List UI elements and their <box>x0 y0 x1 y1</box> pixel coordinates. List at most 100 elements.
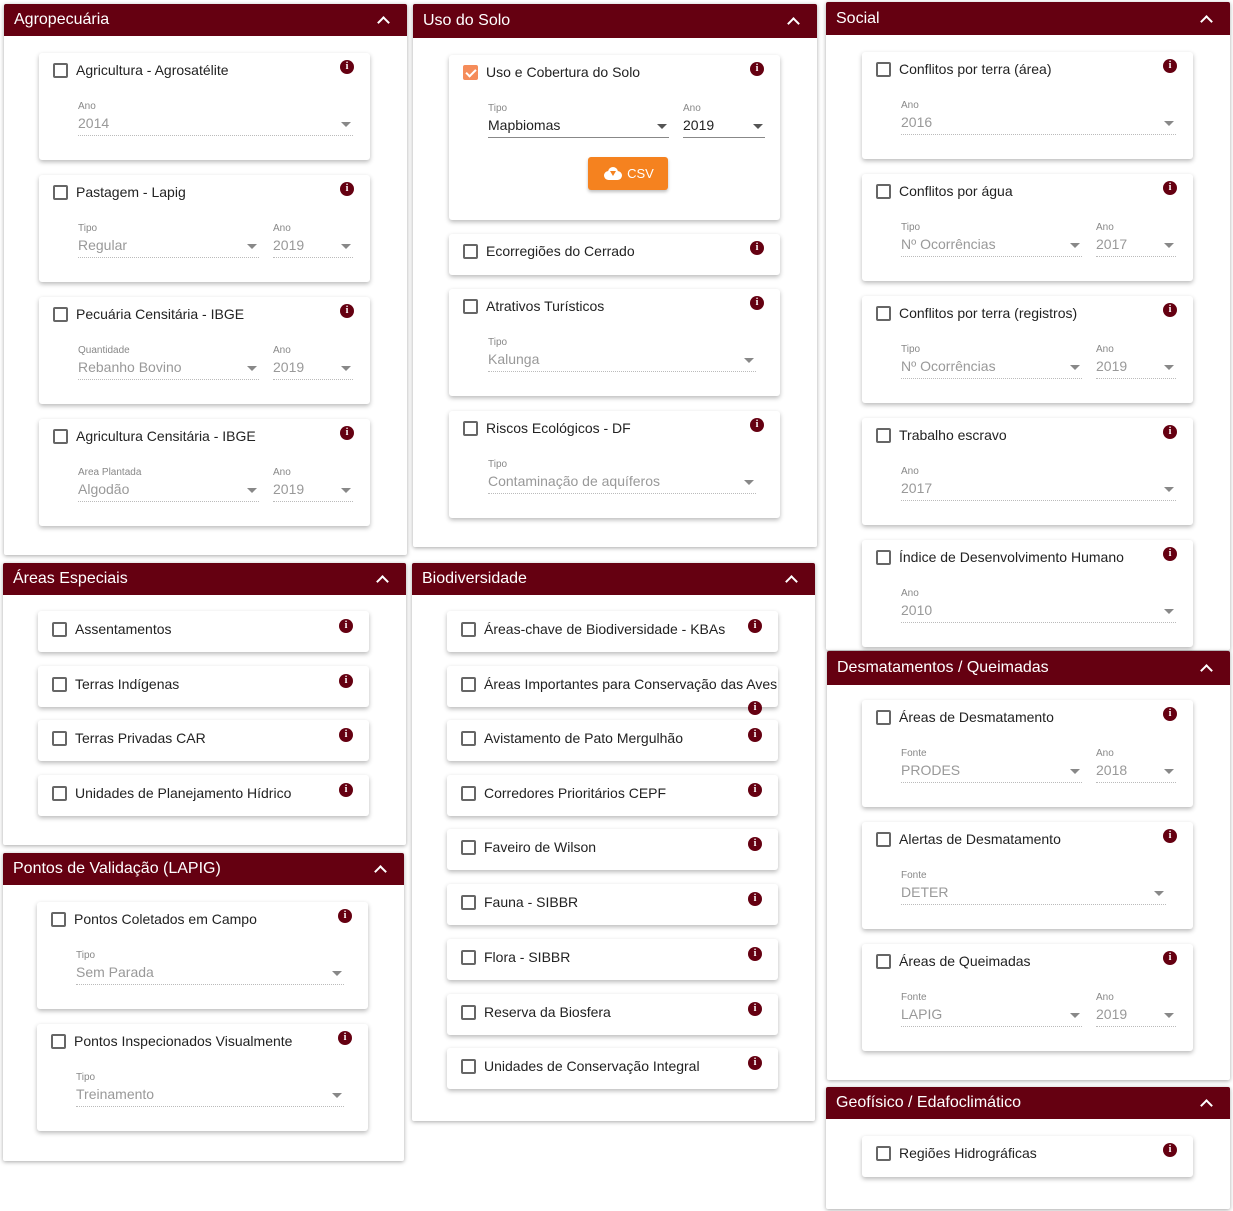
dropdown-arrow-icon <box>1164 487 1174 492</box>
layer-checkbox[interactable] <box>461 1059 476 1074</box>
layer-checkbox[interactable] <box>876 710 891 725</box>
info-icon[interactable]: i <box>748 892 762 906</box>
layer-checkbox[interactable] <box>53 307 68 322</box>
layer-checkbox[interactable] <box>876 1146 891 1161</box>
layer-checkbox[interactable] <box>51 912 66 927</box>
info-icon[interactable]: i <box>1163 951 1177 965</box>
chevron-up-icon[interactable] <box>374 863 386 875</box>
layer-checkbox[interactable] <box>52 731 67 746</box>
info-icon[interactable]: i <box>750 241 764 255</box>
panel-header[interactable]: Desmatamentos / Queimadas <box>827 651 1230 685</box>
layer-checkbox[interactable] <box>876 954 891 969</box>
dropdown-arrow-icon <box>247 366 257 371</box>
info-icon[interactable]: i <box>748 837 762 851</box>
info-icon[interactable]: i <box>750 418 764 432</box>
layer-checkbox-checked[interactable] <box>463 65 478 80</box>
info-icon[interactable]: i <box>340 182 354 196</box>
dropdown-arrow-icon <box>657 124 667 129</box>
chevron-up-icon[interactable] <box>785 573 797 585</box>
select-label: Tipo <box>78 223 98 234</box>
info-icon[interactable]: i <box>339 619 353 633</box>
layer-checkbox[interactable] <box>463 244 478 259</box>
info-icon[interactable]: i <box>340 426 354 440</box>
chevron-up-icon[interactable] <box>1200 13 1212 25</box>
info-icon[interactable]: i <box>1163 1143 1177 1157</box>
select-label: Ano <box>273 223 291 234</box>
info-icon[interactable]: i <box>1163 59 1177 73</box>
layer-checkbox[interactable] <box>876 184 891 199</box>
info-icon[interactable]: i <box>338 1031 352 1045</box>
info-icon[interactable]: i <box>748 619 762 633</box>
info-icon[interactable]: i <box>748 701 762 715</box>
layer-checkbox[interactable] <box>463 421 478 436</box>
layer-label: Áreas-chave de Biodiversidade - KBAs <box>484 621 726 637</box>
panel-header[interactable]: Biodiversidade <box>412 563 815 595</box>
dropdown-arrow-icon <box>341 488 351 493</box>
layer-card: Unidades de Planejamento Hídrico i <box>38 775 369 816</box>
layer-checkbox[interactable] <box>461 677 476 692</box>
panel-header[interactable]: Áreas Especiais <box>3 563 406 595</box>
info-icon[interactable]: i <box>748 947 762 961</box>
panel-header[interactable]: Social <box>826 2 1230 35</box>
layer-card: Riscos Ecológicos - DF i Tipo Contaminaç… <box>449 411 780 518</box>
layer-checkbox[interactable] <box>53 185 68 200</box>
info-icon[interactable]: i <box>1163 425 1177 439</box>
info-icon[interactable]: i <box>748 1002 762 1016</box>
layer-checkbox[interactable] <box>52 622 67 637</box>
info-icon[interactable]: i <box>1163 181 1177 195</box>
chevron-up-icon[interactable] <box>377 14 389 26</box>
panel-header[interactable]: Geofísico / Edafoclimático <box>826 1087 1230 1119</box>
info-icon[interactable]: i <box>1163 829 1177 843</box>
info-icon[interactable]: i <box>339 783 353 797</box>
panel-header[interactable]: Uso do Solo <box>413 4 817 38</box>
info-icon[interactable]: i <box>750 62 764 76</box>
panel-header[interactable]: Agropecuária <box>4 4 407 36</box>
info-icon[interactable]: i <box>340 304 354 318</box>
layer-checkbox[interactable] <box>461 731 476 746</box>
panel-title: Geofísico / Edafoclimático <box>836 1094 1021 1111</box>
layer-checkbox[interactable] <box>461 786 476 801</box>
select-value: DETER <box>901 884 949 900</box>
layer-checkbox[interactable] <box>876 832 891 847</box>
info-icon[interactable]: i <box>750 296 764 310</box>
layer-checkbox[interactable] <box>53 429 68 444</box>
panel-agropecuaria: Agropecuária Agricultura - Agrosatélite … <box>4 4 407 555</box>
csv-download-button[interactable]: CSV <box>588 157 668 190</box>
layer-checkbox[interactable] <box>461 1005 476 1020</box>
layer-checkbox[interactable] <box>876 306 891 321</box>
info-icon[interactable]: i <box>338 909 352 923</box>
layer-checkbox[interactable] <box>461 950 476 965</box>
info-icon[interactable]: i <box>339 728 353 742</box>
chevron-up-icon[interactable] <box>787 15 799 27</box>
layer-card: Terras Privadas CAR i <box>38 720 369 761</box>
layer-checkbox[interactable] <box>463 299 478 314</box>
chevron-up-icon[interactable] <box>1200 662 1212 674</box>
layer-label: Corredores Prioritários CEPF <box>484 785 667 801</box>
layer-checkbox[interactable] <box>876 428 891 443</box>
panel-pontos-validacao: Pontos de Validação (LAPIG) Pontos Colet… <box>3 853 404 1161</box>
chevron-up-icon[interactable] <box>376 573 388 585</box>
layer-checkbox[interactable] <box>461 840 476 855</box>
layer-label: Fauna - SIBBR <box>484 894 579 910</box>
layer-checkbox[interactable] <box>876 62 891 77</box>
info-icon[interactable]: i <box>748 728 762 742</box>
select-value: Nº Ocorrências <box>901 236 996 252</box>
panel-header[interactable]: Pontos de Validação (LAPIG) <box>3 853 404 885</box>
layer-checkbox[interactable] <box>52 677 67 692</box>
layer-checkbox[interactable] <box>51 1034 66 1049</box>
info-icon[interactable]: i <box>339 674 353 688</box>
layer-card: Atrativos Turísticos i Tipo Kalunga <box>449 289 780 396</box>
info-icon[interactable]: i <box>748 783 762 797</box>
layer-checkbox[interactable] <box>52 786 67 801</box>
layer-label: Regiões Hidrográficas <box>899 1145 1037 1161</box>
info-icon[interactable]: i <box>1163 547 1177 561</box>
layer-checkbox[interactable] <box>461 622 476 637</box>
layer-checkbox[interactable] <box>876 550 891 565</box>
info-icon[interactable]: i <box>1163 707 1177 721</box>
layer-checkbox[interactable] <box>53 63 68 78</box>
info-icon[interactable]: i <box>748 1056 762 1070</box>
chevron-up-icon[interactable] <box>1200 1097 1212 1109</box>
layer-checkbox[interactable] <box>461 895 476 910</box>
info-icon[interactable]: i <box>1163 303 1177 317</box>
info-icon[interactable]: i <box>340 60 354 74</box>
